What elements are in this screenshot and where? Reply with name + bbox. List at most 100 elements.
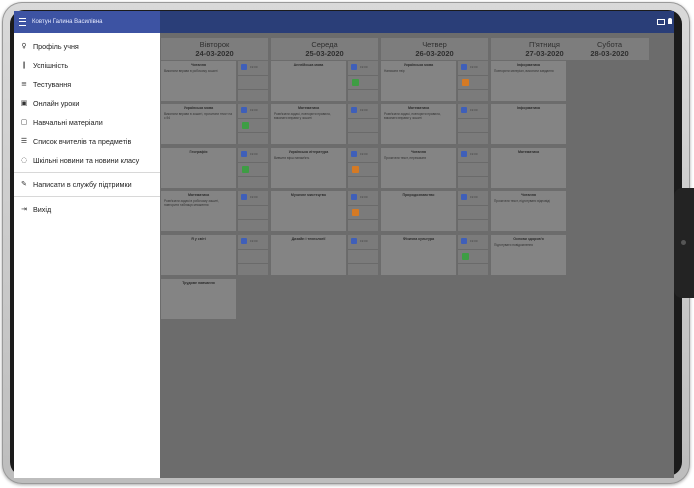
lesson-card[interactable]: Математика Розв'язати задачі, повторити п… — [381, 104, 456, 144]
homework-icon[interactable] — [241, 194, 247, 200]
homework-icon[interactable] — [351, 107, 357, 113]
list-icon: ≡ — [21, 80, 27, 88]
lesson-card[interactable]: Музичне мистецтво — [271, 191, 346, 231]
homework-icon[interactable] — [461, 151, 467, 157]
panel-divider — [238, 132, 268, 133]
panel-divider — [348, 132, 378, 133]
panel-divider — [238, 205, 268, 206]
lesson-homework-panel: 19:00 — [347, 61, 378, 101]
homework-icon[interactable] — [351, 194, 357, 200]
lesson-title: Читання — [411, 150, 426, 154]
lesson-homework-text: Виконати вправи в зошиті, прочитати текс… — [164, 112, 233, 120]
day-name: Субота — [596, 40, 623, 49]
homework-deadline: 19:00 — [250, 239, 258, 243]
sidebar-item-label: Профіль учня — [33, 41, 79, 51]
lesson-card[interactable]: Природознавство — [381, 191, 456, 231]
sidebar-item-online-lessons[interactable]: ▣ Онлайн уроки — [14, 94, 160, 112]
sidebar-item-label: Вихід — [33, 204, 52, 214]
panel-divider — [458, 118, 488, 119]
lesson-card[interactable]: Українська література Вивчити вірш напам'… — [271, 148, 346, 188]
app-bar: Ковтун Галина Василівна — [14, 11, 674, 33]
menu-icon[interactable] — [19, 18, 26, 26]
sidebar-item-materials[interactable]: ▢ Навчальні матеріали — [14, 113, 160, 131]
lesson-homework-panel: 19:00 — [237, 104, 268, 144]
homework-icon[interactable] — [241, 64, 247, 70]
status-done-icon[interactable] — [352, 79, 359, 86]
panel-divider — [458, 176, 488, 177]
lesson-title: Математика — [517, 150, 540, 154]
app-bar-left: Ковтун Галина Василівна — [14, 11, 160, 33]
panel-divider — [458, 219, 488, 220]
lesson-card[interactable]: Дизайн і технології — [271, 235, 346, 275]
app-screen: Ковтун Галина Василівна ♀ Профіль учня ❙… — [14, 11, 674, 478]
homework-deadline: 19:00 — [360, 152, 368, 156]
mail-icon[interactable] — [657, 19, 665, 25]
homework-icon[interactable] — [241, 238, 247, 244]
sidebar-item-logout[interactable]: ⇥ Вихід — [14, 200, 160, 218]
homework-deadline: 19:00 — [250, 108, 258, 112]
lesson-card[interactable]: Англійська мова — [271, 61, 346, 101]
lesson-card[interactable]: Математика Розв'язати задачі, повторити п… — [271, 104, 346, 144]
homework-icon[interactable] — [461, 194, 467, 200]
sidebar-item-teachers[interactable]: ☰ Список вчителів та предметів — [14, 132, 160, 150]
bell-icon[interactable] — [668, 18, 672, 24]
status-pending-icon[interactable] — [352, 209, 359, 216]
panel-divider — [238, 75, 268, 76]
homework-icon[interactable] — [241, 107, 247, 113]
lesson-card[interactable]: Читання Прочитати текст, підготувати відп… — [491, 191, 566, 231]
lesson-title: Читання — [521, 193, 536, 197]
lesson-card[interactable]: Основи здоров'я Підготувати повідомлення — [491, 235, 566, 275]
homework-icon[interactable] — [461, 238, 467, 244]
homework-deadline: 19:00 — [360, 108, 368, 112]
sidebar-item-label: Написати в службу підтримки — [33, 179, 132, 189]
lesson-card[interactable]: Українська мова Написати твір — [381, 61, 456, 101]
user-name: Ковтун Галина Василівна — [32, 19, 103, 25]
lesson-card[interactable]: Географія — [161, 148, 236, 188]
sidebar-item-news[interactable]: ◌ Шкільні новини та новини класу — [14, 151, 160, 169]
sidebar-item-support[interactable]: ✎ Написати в службу підтримки — [14, 175, 160, 193]
homework-icon[interactable] — [241, 151, 247, 157]
lesson-card[interactable]: Математика Розв'язати задачі в робочому з… — [161, 191, 236, 231]
lesson-card[interactable]: Інформатика — [491, 104, 566, 144]
lesson-card[interactable]: Математика — [491, 148, 566, 188]
lesson-homework-panel: 19:00 — [237, 61, 268, 101]
panel-divider — [238, 118, 268, 119]
lesson-card[interactable]: Інформатика Повторити матеріал, виконати … — [491, 61, 566, 101]
status-done-icon[interactable] — [462, 253, 469, 260]
logout-icon: ⇥ — [21, 205, 27, 213]
sidebar-item-profile[interactable]: ♀ Профіль учня — [14, 37, 160, 55]
homework-icon[interactable] — [461, 64, 467, 70]
day-name: Четвер — [422, 40, 447, 49]
status-done-icon[interactable] — [242, 122, 249, 129]
homework-icon[interactable] — [351, 238, 357, 244]
panel-divider — [348, 249, 378, 250]
lesson-homework-panel: 19:00 — [237, 235, 268, 275]
homework-deadline: 19:00 — [250, 152, 258, 156]
lesson-card[interactable]: Українська мова Виконати вправи в зошиті,… — [161, 104, 236, 144]
panel-divider — [348, 205, 378, 206]
panel-divider — [348, 162, 378, 163]
pencil-icon: ✎ — [21, 180, 27, 188]
status-pending-icon[interactable] — [352, 166, 359, 173]
lesson-card[interactable]: Трудове навчання — [161, 279, 236, 319]
lesson-card[interactable]: Читання Прочитати текст, переказати — [381, 148, 456, 188]
lesson-homework-text: Підготувати повідомлення — [494, 243, 533, 247]
panel-divider — [458, 89, 488, 90]
lesson-homework-text: Прочитати текст, переказати — [384, 156, 427, 160]
day-date: 24-03-2020 — [195, 49, 234, 58]
sidebar-item-performance[interactable]: ❙ Успішність — [14, 56, 160, 74]
homework-icon[interactable] — [351, 151, 357, 157]
homework-icon[interactable] — [461, 107, 467, 113]
homework-deadline: 19:00 — [250, 65, 258, 69]
sidebar: ♀ Профіль учня ❙ Успішність ≡ Тестування… — [14, 33, 160, 478]
lesson-title: Інформатика — [517, 63, 540, 67]
status-pending-icon[interactable] — [462, 79, 469, 86]
homework-icon[interactable] — [351, 64, 357, 70]
homework-deadline: 19:00 — [360, 195, 368, 199]
sidebar-item-testing[interactable]: ≡ Тестування — [14, 75, 160, 93]
lesson-card[interactable]: Фізична культура — [381, 235, 456, 275]
lesson-title: Основи здоров'я — [513, 237, 544, 241]
status-done-icon[interactable] — [242, 166, 249, 173]
lesson-card[interactable]: Я у світі — [161, 235, 236, 275]
lesson-card[interactable]: Читання Виконати вправи в робочому зошиті — [161, 61, 236, 101]
